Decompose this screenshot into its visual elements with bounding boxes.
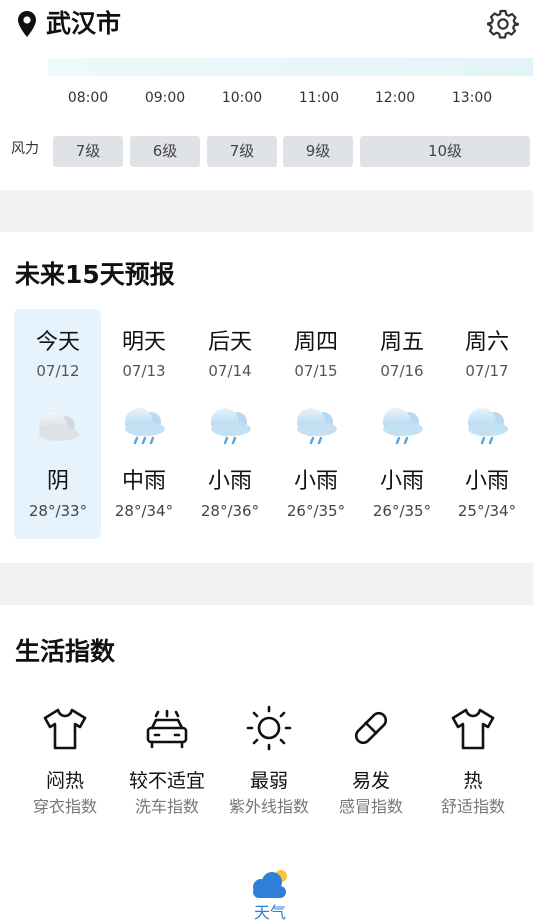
- day-temperature: 25°/34°: [457, 502, 517, 520]
- day-name: 今天: [35, 330, 80, 355]
- wind-label: 风力: [11, 141, 39, 157]
- day-date: 07/14: [208, 362, 252, 380]
- city-name[interactable]: 武汉市: [46, 6, 121, 42]
- header: 武汉市: [0, 0, 533, 50]
- wind-level: 9级: [283, 136, 353, 167]
- index-name: 穿衣指数: [32, 797, 97, 816]
- forecast-day[interactable]: 后天 07/14 小雨 28°/36°: [187, 318, 273, 538]
- rain-cloud-icon: [468, 408, 508, 445]
- forecast-day-today[interactable]: 今天 07/12 阴 28°/33°: [15, 318, 101, 538]
- day-temperature: 28°/34°: [114, 502, 174, 520]
- rain-cloud-icon: [211, 408, 251, 445]
- day-condition: 中雨: [121, 469, 166, 494]
- wind-level: 7级: [53, 136, 123, 167]
- hour-label: 09:00: [144, 90, 186, 106]
- day-date: 07/13: [122, 362, 166, 380]
- index-name: 舒适指数: [440, 797, 505, 816]
- index-name: 洗车指数: [134, 797, 199, 816]
- hour-label: 08:00: [67, 90, 109, 106]
- index-uv[interactable]: 最弱 紫外线指数: [219, 704, 319, 824]
- index-car-wash[interactable]: 较不适宜 洗车指数: [117, 704, 217, 824]
- index-value: 较不适宜: [128, 770, 205, 792]
- day-condition: 小雨: [379, 469, 424, 494]
- wind-level: 7级: [207, 136, 277, 167]
- index-clothing[interactable]: 闷热 穿衣指数: [15, 704, 115, 824]
- day-name: 明天: [121, 330, 166, 355]
- day-date: 07/16: [380, 362, 424, 380]
- nav-weather-tab[interactable]: 天气: [240, 862, 300, 922]
- pill-icon: [354, 711, 388, 745]
- hour-label: 10:00: [221, 90, 263, 106]
- tshirt-icon: [451, 708, 495, 750]
- index-value: 闷热: [45, 770, 84, 792]
- day-date: 07/17: [465, 362, 509, 380]
- overcast-cloud-icon: [39, 412, 79, 441]
- section-divider: [0, 563, 533, 605]
- day-name: 后天: [207, 330, 252, 355]
- life-index-title: 生活指数: [15, 637, 116, 666]
- rain-cloud-icon: [297, 408, 337, 445]
- index-value: 最弱: [249, 770, 288, 792]
- day-temperature: 28°/33°: [28, 502, 88, 520]
- index-cold[interactable]: 易发 感冒指数: [321, 704, 421, 824]
- sun-icon: [246, 705, 292, 751]
- hour-label: 12:00: [374, 90, 416, 106]
- rain-cloud-icon: [383, 408, 423, 445]
- index-name: 感冒指数: [338, 797, 403, 816]
- forecast-day[interactable]: 周五 07/16 小雨 26°/35°: [359, 318, 445, 538]
- day-temperature: 26°/35°: [286, 502, 346, 520]
- day-temperature: 28°/36°: [200, 502, 260, 520]
- index-value: 热: [463, 770, 483, 792]
- section-divider: [0, 190, 533, 232]
- day-temperature: 26°/35°: [372, 502, 432, 520]
- location-pin-icon[interactable]: [16, 10, 38, 38]
- day-condition: 小雨: [293, 469, 338, 494]
- settings-gear-icon[interactable]: [487, 8, 519, 40]
- day-date: 07/12: [36, 362, 80, 380]
- rain-cloud-icon: [125, 408, 165, 445]
- hour-label: 11:00: [298, 90, 340, 106]
- hourly-temperature-band: [48, 58, 533, 76]
- nav-weather-label: 天气: [253, 903, 286, 922]
- forecast-day[interactable]: 周六 07/17 小雨 25°/34°: [444, 318, 530, 538]
- hourly-times: 08:00 09:00 10:00 11:00 12:00 13:00: [0, 87, 533, 109]
- forecast-title: 未来15天预报: [15, 260, 175, 289]
- wind-level: 10级: [360, 136, 530, 167]
- index-value: 易发: [351, 770, 390, 792]
- tshirt-icon: [43, 708, 87, 750]
- day-date: 07/15: [294, 362, 338, 380]
- forecast-day[interactable]: 明天 07/13 中雨 28°/34°: [101, 318, 187, 538]
- car-icon: [146, 709, 188, 749]
- hour-label: 13:00: [451, 90, 493, 106]
- weather-cloud-icon: [253, 870, 287, 898]
- day-condition: 小雨: [464, 469, 509, 494]
- forecast-day[interactable]: 周四 07/15 小雨 26°/35°: [273, 318, 359, 538]
- wind-level: 6级: [130, 136, 200, 167]
- day-name: 周四: [293, 330, 338, 355]
- day-condition: 小雨: [207, 469, 252, 494]
- day-name: 周六: [464, 330, 509, 355]
- index-name: 紫外线指数: [228, 797, 309, 816]
- day-name: 周五: [379, 330, 424, 355]
- index-comfort[interactable]: 热 舒适指数: [423, 704, 523, 824]
- day-condition: 阴: [46, 469, 69, 494]
